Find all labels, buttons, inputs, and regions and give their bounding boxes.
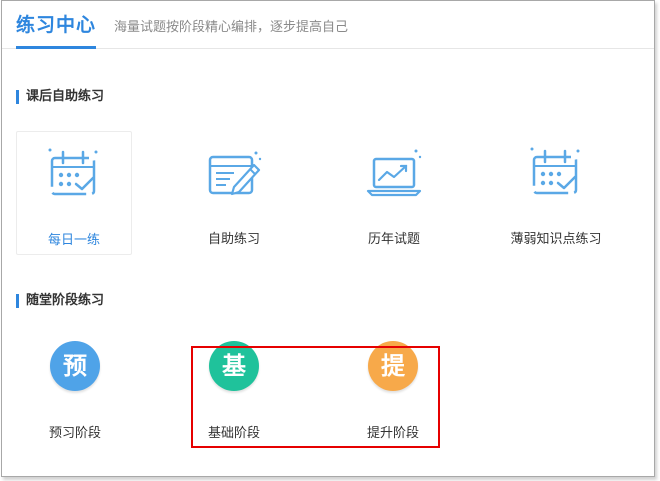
- preview-badge-icon: 预: [50, 341, 100, 391]
- card-label: 薄弱知识点练习: [510, 232, 602, 247]
- stage-preview[interactable]: 预 预习阶段: [20, 341, 130, 441]
- card-past-exams[interactable]: 历年试题: [336, 131, 452, 255]
- calendar-check-icon: [530, 147, 580, 195]
- page-title: 练习中心: [16, 10, 97, 49]
- highlight-box: [191, 346, 440, 448]
- card-weak-points-practice[interactable]: 薄弱知识点练习: [496, 131, 616, 255]
- practice-center-panel: 练习中心 海量试题按阶段精心编排，逐步提高自己 课后自助练习 每日一练 自助练习…: [1, 0, 655, 477]
- card-self-practice[interactable]: 自助练习: [176, 131, 292, 255]
- laptop-chart-icon: [366, 149, 422, 197]
- card-label: 自助练习: [207, 232, 260, 247]
- header: 练习中心 海量试题按阶段精心编排，逐步提高自己: [2, 1, 654, 49]
- card-label: 历年试题: [367, 232, 420, 247]
- section-title-stage-practice: 随堂阶段练习: [16, 294, 104, 308]
- card-label: 每日一练: [47, 233, 100, 248]
- stage-label: 预习阶段: [48, 426, 101, 441]
- calendar-pencil-icon: [208, 151, 262, 196]
- page-subtitle: 海量试题按阶段精心编排，逐步提高自己: [114, 20, 349, 35]
- card-daily-practice[interactable]: 每日一练: [16, 131, 132, 255]
- calendar-check-icon: [48, 148, 98, 196]
- section-title-self-practice: 课后自助练习: [16, 90, 104, 104]
